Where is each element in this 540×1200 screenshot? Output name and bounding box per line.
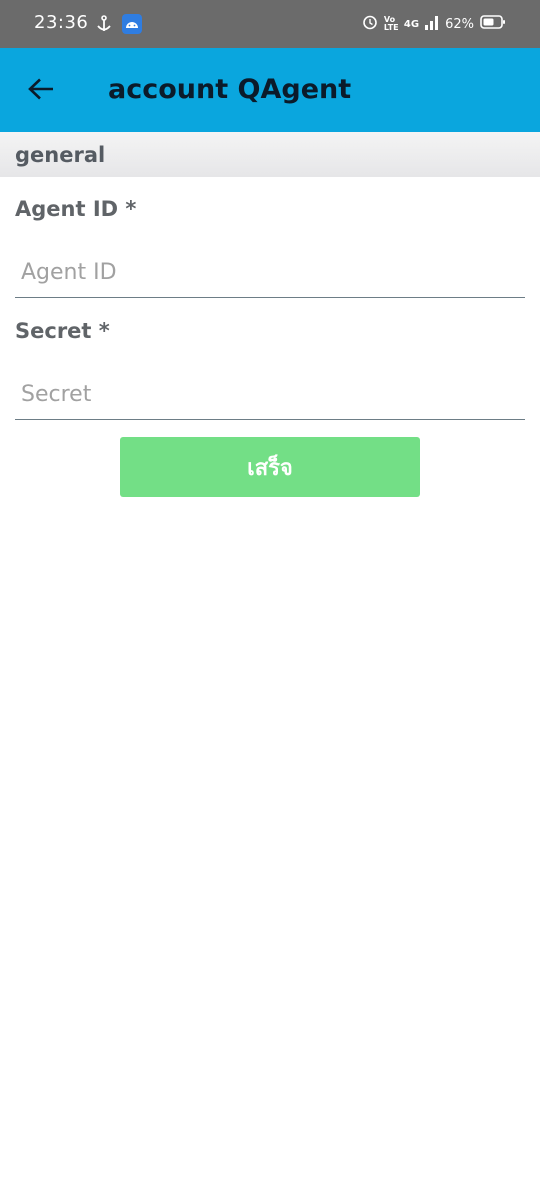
app-bar: account QAgent — [0, 48, 540, 132]
arrow-back-icon — [28, 78, 54, 104]
status-time: 23:36 — [34, 12, 89, 33]
status-bar: 23:36 Vo LTE 4G 62% — [0, 0, 540, 48]
section-header: general — [0, 132, 540, 177]
battery-icon — [480, 15, 506, 33]
signal-icon — [425, 14, 439, 34]
volte-icon: Vo LTE — [383, 15, 399, 32]
battery-percent: 62% — [445, 16, 474, 32]
anchor-notification-icon — [96, 15, 112, 37]
secret-label: Secret * — [15, 319, 110, 343]
done-button[interactable]: เสร็จ — [120, 437, 420, 497]
status-right-icons: Vo LTE 4G 62% — [362, 14, 506, 34]
android-notification-icon — [122, 14, 142, 38]
notification-icons — [96, 14, 142, 38]
done-button-label: เสร็จ — [247, 455, 293, 481]
alarm-icon — [362, 14, 378, 34]
section-title: general — [15, 143, 106, 167]
agent-id-input[interactable] — [15, 248, 525, 298]
page-title: account QAgent — [108, 74, 352, 105]
agent-id-label: Agent ID * — [15, 197, 137, 221]
network-type-label: 4G — [403, 18, 420, 30]
back-button[interactable] — [18, 68, 64, 114]
secret-input[interactable] — [15, 370, 525, 420]
